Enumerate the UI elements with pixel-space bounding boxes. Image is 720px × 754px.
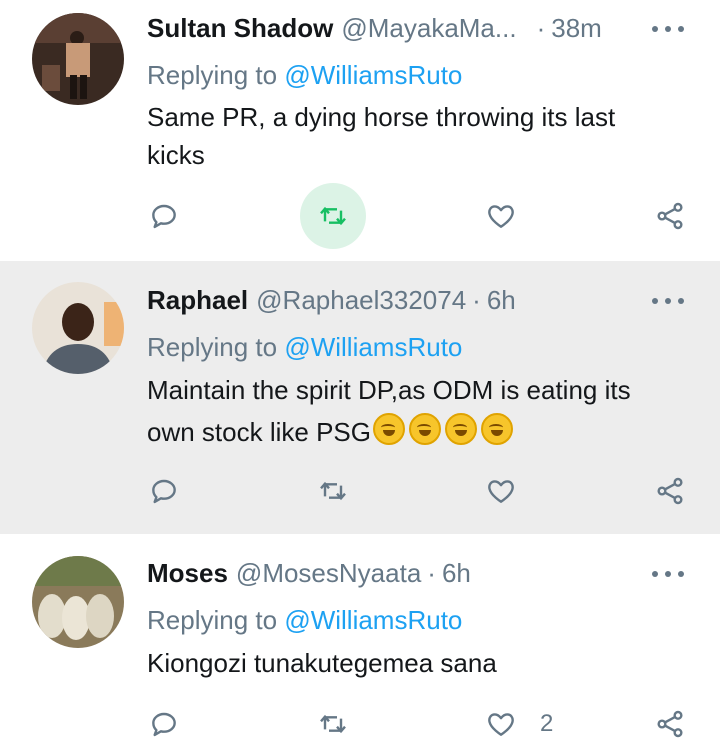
like-button[interactable] bbox=[471, 461, 531, 521]
display-name[interactable]: Moses bbox=[147, 558, 228, 589]
tweet-text-line: kicks bbox=[147, 140, 205, 170]
share-button[interactable] bbox=[640, 186, 700, 246]
more-icon[interactable] bbox=[652, 20, 684, 38]
timestamp[interactable]: 6h bbox=[442, 558, 471, 589]
tweet-header: Sultan Shadow @MayakaMa... · 38m bbox=[147, 11, 720, 45]
like-button[interactable] bbox=[471, 186, 531, 246]
action-bar: 2 bbox=[0, 694, 720, 754]
rolling-on-floor-laughing-emoji bbox=[480, 413, 513, 445]
rolling-on-floor-laughing-emoji bbox=[408, 413, 441, 445]
display-name[interactable]: Raphael bbox=[147, 285, 248, 316]
avatar[interactable] bbox=[32, 556, 124, 648]
retweet-button[interactable] bbox=[303, 694, 363, 754]
retweet-button[interactable] bbox=[300, 183, 366, 249]
replying-to-label: Replying to bbox=[147, 332, 285, 362]
share-icon bbox=[657, 202, 683, 230]
timestamp[interactable]: 6h bbox=[487, 285, 516, 316]
rolling-on-floor-laughing-emoji bbox=[372, 413, 405, 445]
tweet-2[interactable]: Raphael @Raphael332074 · 6h Replying to … bbox=[0, 261, 720, 534]
replying-to: Replying to @WilliamsRuto bbox=[147, 60, 462, 91]
dot-separator: · bbox=[536, 12, 546, 43]
tweet-text: Kiongozi tunakutegemea sana bbox=[147, 644, 687, 682]
heart-icon bbox=[488, 713, 514, 736]
like-count: 2 bbox=[540, 710, 554, 737]
mention-link[interactable]: @WilliamsRuto bbox=[284, 605, 462, 635]
more-icon[interactable] bbox=[652, 565, 684, 583]
display-name[interactable]: Sultan Shadow bbox=[147, 13, 333, 44]
user-handle[interactable]: @MayakaMa... bbox=[341, 13, 516, 44]
reply-icon bbox=[152, 479, 176, 504]
heart-icon bbox=[488, 205, 514, 228]
more-icon[interactable] bbox=[652, 292, 684, 310]
like-button[interactable] bbox=[471, 694, 531, 754]
tweet-text-line: Maintain the spirit DP,as ODM is eating … bbox=[147, 375, 631, 405]
replying-to: Replying to @WilliamsRuto bbox=[147, 605, 462, 636]
replying-to-label: Replying to bbox=[147, 605, 285, 635]
action-bar bbox=[0, 461, 720, 521]
replying-to-label: Replying to bbox=[147, 60, 285, 90]
action-bar bbox=[0, 183, 720, 249]
heart-icon bbox=[488, 480, 514, 503]
share-button[interactable] bbox=[640, 461, 700, 521]
rolling-on-floor-laughing-emoji bbox=[444, 413, 477, 445]
tweet-3[interactable]: Moses @MosesNyaata · 6h Replying to @Wil… bbox=[0, 534, 720, 753]
reply-button[interactable] bbox=[134, 694, 194, 754]
share-icon bbox=[657, 710, 683, 738]
reply-button[interactable] bbox=[134, 186, 194, 246]
tweet-text: Maintain the spirit DP,as ODM is eating … bbox=[147, 371, 687, 451]
dot-separator: · bbox=[427, 557, 436, 588]
user-handle[interactable]: @MosesNyaata bbox=[236, 558, 421, 589]
replying-to: Replying to @WilliamsRuto bbox=[147, 332, 462, 363]
avatar[interactable] bbox=[32, 13, 124, 105]
share-icon bbox=[657, 477, 683, 505]
dot-separator: · bbox=[472, 284, 481, 315]
reply-icon bbox=[152, 712, 176, 737]
tweet-1[interactable]: Sultan Shadow @MayakaMa... · 38m Replyin… bbox=[0, 0, 720, 256]
user-handle[interactable]: @Raphael332074 bbox=[256, 285, 466, 316]
retweet-button[interactable] bbox=[303, 461, 363, 521]
avatar[interactable] bbox=[32, 282, 124, 374]
timestamp[interactable]: 38m bbox=[551, 13, 602, 44]
reply-button[interactable] bbox=[134, 461, 194, 521]
tweet-text-line: Kiongozi tunakutegemea sana bbox=[147, 648, 497, 678]
retweet-icon bbox=[320, 206, 346, 226]
tweet-text-line: own stock like PSG bbox=[147, 417, 371, 447]
mention-link[interactable]: @WilliamsRuto bbox=[284, 60, 462, 90]
tweet-text-line: Same PR, a dying horse throwing its last bbox=[147, 102, 616, 132]
mention-link[interactable]: @WilliamsRuto bbox=[284, 332, 462, 362]
tweet-header: Moses @MosesNyaata · 6h bbox=[147, 556, 720, 590]
reply-icon bbox=[152, 204, 176, 229]
emoji-group bbox=[372, 413, 517, 447]
tweet-text-line-2: own stock like PSG bbox=[147, 413, 687, 451]
retweet-icon bbox=[320, 481, 346, 501]
tweet-header: Raphael @Raphael332074 · 6h bbox=[147, 283, 720, 317]
share-button[interactable] bbox=[640, 694, 700, 754]
tweet-text: Same PR, a dying horse throwing its last… bbox=[147, 98, 687, 174]
retweet-icon bbox=[320, 714, 346, 734]
